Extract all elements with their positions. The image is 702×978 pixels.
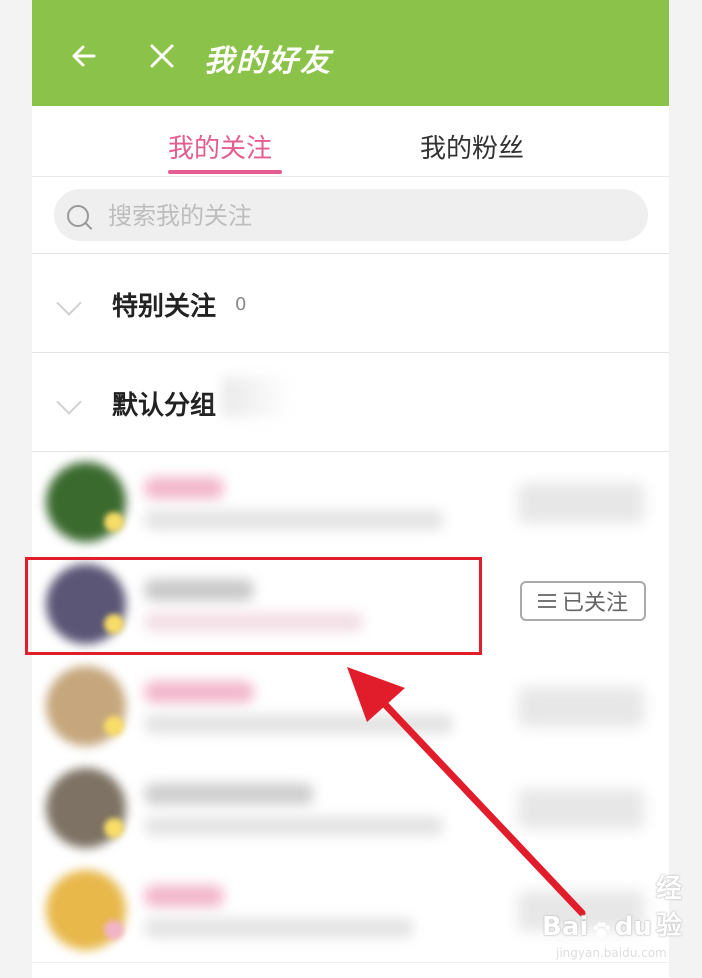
blurred-name	[144, 783, 314, 805]
watermark-brand: Bai	[542, 912, 589, 942]
top-bar: 我的好友	[32, 0, 669, 106]
search-bar[interactable]	[54, 189, 648, 241]
search-input[interactable]	[106, 201, 610, 231]
watermark-domain: jingyan.baidu.com	[556, 946, 667, 960]
follow-button-blurred[interactable]	[518, 687, 644, 727]
tab-following[interactable]: 我的关注	[168, 128, 272, 165]
follow-button-blurred[interactable]	[518, 483, 644, 523]
list-item[interactable]	[32, 452, 669, 555]
blurred-description	[144, 816, 444, 836]
avatar-badge	[104, 818, 124, 838]
chevron-down-icon	[56, 290, 82, 316]
blurred-description	[144, 612, 364, 632]
blurred-name	[144, 477, 224, 499]
blurred-name	[144, 885, 224, 907]
list-item-highlighted[interactable]: 已关注	[32, 554, 669, 657]
blurred-name	[144, 681, 254, 703]
following-button-label: 已关注	[561, 591, 628, 616]
group-name: 默认分组	[112, 391, 217, 421]
blurred-description	[144, 510, 444, 530]
watermark-brand-end: du	[614, 912, 652, 942]
back-button[interactable]	[58, 30, 110, 82]
close-icon	[150, 44, 174, 68]
following-button[interactable]: 已关注	[520, 581, 646, 621]
active-tab-indicator	[168, 170, 282, 174]
avatar-badge	[104, 716, 124, 736]
phone-screen: 我的好友 我的关注 我的粉丝 特别关注 0 默认分组 已关注	[32, 0, 669, 978]
avatar-badge	[104, 920, 124, 940]
blurred-name	[144, 579, 254, 601]
paw-icon	[593, 922, 611, 938]
search-icon	[67, 205, 89, 227]
chevron-down-icon	[56, 389, 82, 415]
group-special-follow[interactable]: 特别关注 0	[32, 253, 669, 352]
avatar-badge	[104, 614, 124, 634]
blurred-group-count	[222, 377, 292, 417]
blurred-description	[144, 714, 454, 734]
tab-bar: 我的关注 我的粉丝	[32, 106, 669, 177]
arrow-left-icon	[72, 45, 96, 67]
list-item[interactable]	[32, 758, 669, 861]
group-default[interactable]: 默认分组	[32, 352, 669, 451]
menu-icon	[537, 594, 556, 608]
close-button[interactable]	[136, 30, 188, 82]
avatar-badge	[104, 512, 124, 532]
page-title: 我的好友	[204, 44, 332, 79]
watermark: Bai du 经验	[542, 874, 696, 942]
follow-button-blurred[interactable]	[518, 789, 644, 829]
group-count: 0	[235, 294, 247, 315]
watermark-suffix: 经验	[655, 874, 682, 941]
blurred-description	[144, 918, 414, 938]
list-item[interactable]	[32, 656, 669, 759]
tab-fans[interactable]: 我的粉丝	[420, 128, 524, 165]
group-name: 特别关注	[112, 292, 217, 322]
